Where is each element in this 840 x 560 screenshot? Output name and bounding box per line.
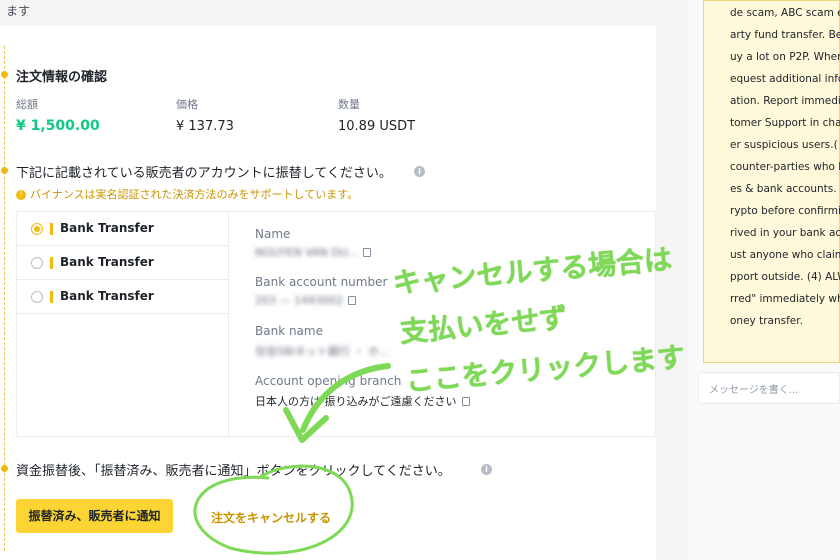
info-icon[interactable]: i <box>414 166 425 177</box>
copy-icon[interactable] <box>363 248 372 257</box>
price-label: 価格 <box>176 98 198 111</box>
name-text: NGUYEN VAN DU... <box>255 246 359 259</box>
message-input[interactable]: メッセージを書く... <box>698 372 840 404</box>
chat-notice-line: rred" immediately wh <box>730 293 840 305</box>
quantity-label: 数量 <box>338 98 360 111</box>
payment-method-label: Bank Transfer <box>60 221 154 235</box>
payment-method-label: Bank Transfer <box>60 255 154 269</box>
chat-notice-line: rived in your bank acc <box>730 227 840 239</box>
copy-icon[interactable] <box>461 397 470 406</box>
chat-notice-line: er suspicious users.( <box>730 139 838 151</box>
chat-notice-line: oney transfer. <box>730 315 803 327</box>
total-value: ¥ 1,500.00 <box>16 118 100 134</box>
message-placeholder: メッセージを書く... <box>709 385 799 396</box>
warning-text: ! バイナンスは実名認証された決済方法のみをサポートしています。 <box>16 186 358 202</box>
chat-notice-line: es & bank accounts. ( <box>730 183 840 195</box>
transfer-title: 下記に記載されている販売者のアカウントに振替してください。 <box>16 166 392 181</box>
price-value: ¥ 137.73 <box>176 119 234 134</box>
chat-notice-line: uy a lot on P2P. When <box>730 51 840 63</box>
chat-notice-line: ust anyone who claim <box>730 249 840 261</box>
chat-notice-line: counter-parties who l <box>730 161 840 173</box>
chat-notice-line: tomer Support in cha <box>730 117 840 129</box>
chat-notice-line: arty fund transfer. Be <box>730 29 840 41</box>
transfer-confirm-button[interactable]: 振替済み、販売者に通知 <box>16 499 173 533</box>
chat-notice-line: de scam, ABC scam e <box>730 7 840 19</box>
top-strip: ます <box>0 0 656 26</box>
radio-selected-icon[interactable] <box>31 223 43 235</box>
warning-label: バイナンスは実名認証された決済方法のみをサポートしています。 <box>30 188 359 201</box>
payment-method-label: Bank Transfer <box>60 289 154 303</box>
payment-method-list: Bank Transfer Bank Transfer Bank Transfe… <box>17 212 229 438</box>
warning-icon: ! <box>16 190 26 200</box>
radio-icon[interactable] <box>31 257 43 269</box>
bank-value: 住信SBIネット銀行 ・ ホ... <box>255 343 389 359</box>
name-label: Name <box>255 227 291 241</box>
method-bar <box>50 291 53 303</box>
bank-label: Bank name <box>255 324 323 338</box>
method-bar <box>50 257 53 269</box>
total-label: 総額 <box>16 98 38 111</box>
cancel-order-button[interactable]: 注文をキャンセルする <box>211 509 331 526</box>
account-label: Bank account number <box>255 275 388 289</box>
payment-method-2[interactable]: Bank Transfer <box>17 246 229 280</box>
step-dot-1 <box>1 71 8 78</box>
method-bar <box>50 223 53 235</box>
chat-notice-line: rypto before confirmi <box>730 205 840 217</box>
step-timeline <box>4 46 5 551</box>
top-strip-text: ます <box>6 4 31 18</box>
radio-icon[interactable] <box>31 291 43 303</box>
quantity-value: 10.89 USDT <box>338 119 416 134</box>
after-transfer-title: 資金振替後、「振替済み、販売者に通知」ボタンをクリックしてください。 <box>16 464 451 479</box>
step-dot-3 <box>1 465 8 472</box>
name-value: NGUYEN VAN DU... <box>255 246 372 259</box>
account-value: 203 — 1493002 <box>255 294 356 307</box>
chat-notice-line: equest additional info <box>730 73 840 85</box>
chat-notice-line: pport outside. (4) ALW <box>730 271 840 283</box>
payment-method-1[interactable]: Bank Transfer <box>17 212 229 246</box>
info-icon[interactable]: i <box>481 464 492 475</box>
branch-label: Account opening branch <box>255 374 402 388</box>
step-dot-2 <box>1 167 8 174</box>
order-info-title: 注文情報の確認 <box>16 70 108 85</box>
copy-icon[interactable] <box>347 296 356 305</box>
payment-method-3[interactable]: Bank Transfer <box>17 280 229 314</box>
account-text: 203 — 1493002 <box>255 294 343 307</box>
bank-text: 住信SBIネット銀行 ・ ホ... <box>255 345 390 358</box>
chat-notice-box: de scam, ABC scam e arty fund transfer. B… <box>703 0 840 363</box>
chat-notice-line: ation. Report immedi <box>730 95 840 107</box>
